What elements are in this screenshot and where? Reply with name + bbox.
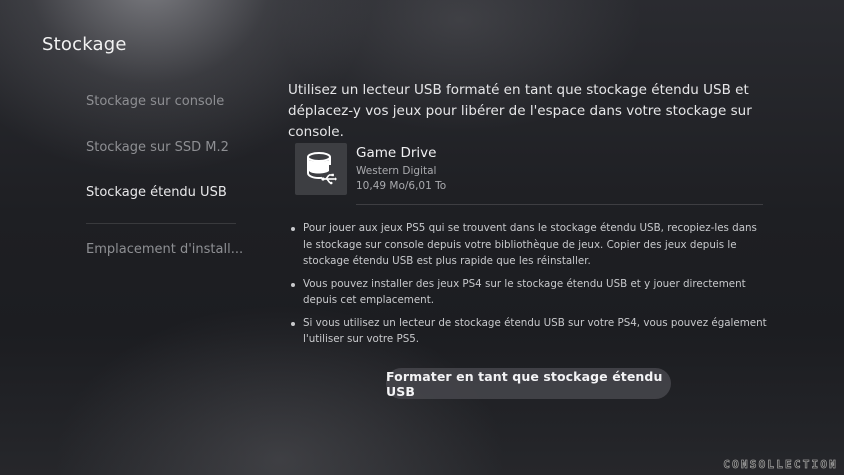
sidebar-divider — [86, 223, 236, 224]
main-panel: Utilisez un lecteur USB formaté en tant … — [288, 80, 778, 345]
drive-name: Game Drive — [356, 145, 437, 161]
info-bullet-ps5-games: Pour jouer aux jeux PS5 qui se trouvent … — [288, 220, 768, 270]
page-title: Stockage — [42, 34, 127, 55]
sidebar-item-console-storage[interactable]: Stockage sur console — [86, 94, 224, 117]
usb-drive-icon — [307, 152, 337, 185]
intro-text: Utilisez un lecteur USB formaté en tant … — [288, 82, 752, 140]
info-bullet-ps4-drive: Si vous utilisez un lecteur de stockage … — [288, 315, 768, 348]
drive-manufacturer: Western Digital — [356, 165, 437, 177]
info-bullet-ps4-games: Vous pouvez installer des jeux PS4 sur l… — [288, 276, 768, 309]
drive-icon-tile — [295, 143, 347, 195]
sidebar-item-usb-extended-storage[interactable]: Stockage étendu USB — [86, 185, 227, 208]
sidebar-item-install-location[interactable]: Emplacement d'install... — [86, 242, 243, 265]
format-usb-button[interactable]: Formater en tant que stockage étendu USB — [386, 368, 671, 399]
drive-usage: 10,49 Mo/6,01 To — [356, 180, 447, 192]
info-list: Pour jouer aux jeux PS5 qui se trouvent … — [288, 220, 768, 354]
watermark: CONSOLLECTION — [723, 458, 838, 472]
drive-divider — [356, 204, 763, 205]
sidebar-item-m2-ssd-storage[interactable]: Stockage sur SSD M.2 — [86, 140, 229, 163]
settings-screen: Stockage Stockage sur console Stockage s… — [0, 0, 844, 475]
usb-drive-card: Game Drive Western Digital 10,49 Mo/6,01… — [295, 143, 763, 205]
